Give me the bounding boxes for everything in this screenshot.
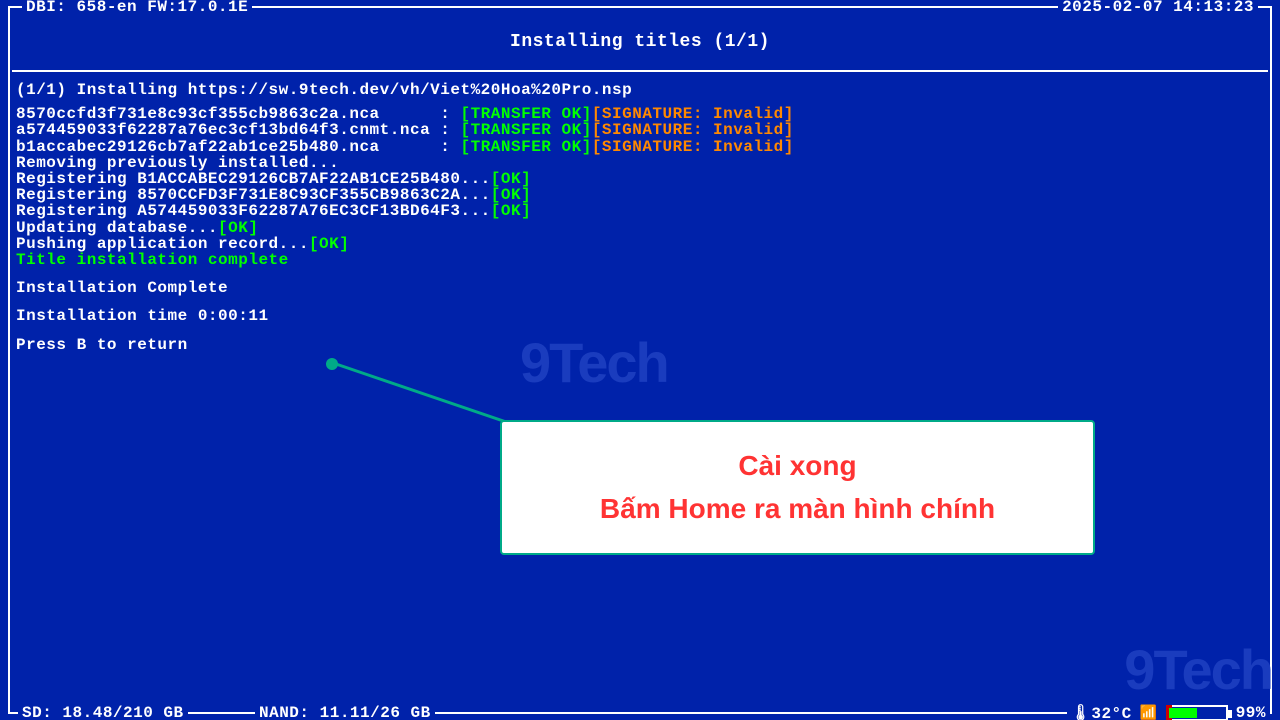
temperature: 🌡32°C — [1071, 703, 1132, 720]
thermometer-icon: 🌡 — [1071, 703, 1092, 720]
callout-line2: Bấm Home ra màn hình chính — [520, 487, 1075, 530]
nca-row: b1accabec29126cb7af22ab1ce25b480.nca : [… — [16, 139, 1264, 155]
press-b-return[interactable]: Press B to return — [16, 337, 1264, 353]
wifi-icon: 📶 — [1140, 705, 1158, 720]
nca-row: a574459033f62287a76ec3cf13bd64f3.cnmt.nc… — [16, 122, 1264, 138]
updating-row: Updating database...[OK] — [16, 220, 1264, 236]
install-time: Installation time 0:00:11 — [16, 308, 1264, 324]
pushing-row: Pushing application record...[OK] — [16, 236, 1264, 252]
watermark-2: 9Tech — [1124, 637, 1272, 702]
battery-icon — [1166, 705, 1228, 720]
battery-percent: 99% — [1236, 704, 1266, 720]
main-frame: DBI: 658-en FW:17.0.1E 2025-02-07 14:13:… — [8, 6, 1272, 714]
complete-green: Title installation complete — [16, 252, 1264, 268]
log-panel: (1/1) Installing https://sw.9tech.dev/vh… — [12, 70, 1268, 353]
register-row: Registering 8570CCFD3F731E8C93CF355CB986… — [16, 187, 1264, 203]
header-left: DBI: 658-en FW:17.0.1E — [22, 0, 252, 16]
callout-line1: Cài xong — [520, 444, 1075, 487]
nand-status: NAND: 11.11/26 GB — [255, 704, 435, 720]
callout-dot-icon — [326, 358, 338, 370]
complete-white: Installation Complete — [16, 280, 1264, 296]
register-row: Registering A574459033F62287A76EC3CF13BD… — [16, 203, 1264, 219]
nca-row: 8570ccfd3f731e8c93cf355cb9863c2a.nca : [… — [16, 106, 1264, 122]
register-row: Registering B1ACCABEC29126CB7AF22AB1CE25… — [16, 171, 1264, 187]
annotation-callout: Cài xong Bấm Home ra màn hình chính — [500, 420, 1095, 555]
install-header: (1/1) Installing https://sw.9tech.dev/vh… — [16, 82, 1264, 98]
sd-status: SD: 18.48/210 GB — [18, 704, 188, 720]
removing-line: Removing previously installed... — [16, 155, 1264, 171]
header-datetime: 2025-02-07 14:13:23 — [1058, 0, 1258, 16]
